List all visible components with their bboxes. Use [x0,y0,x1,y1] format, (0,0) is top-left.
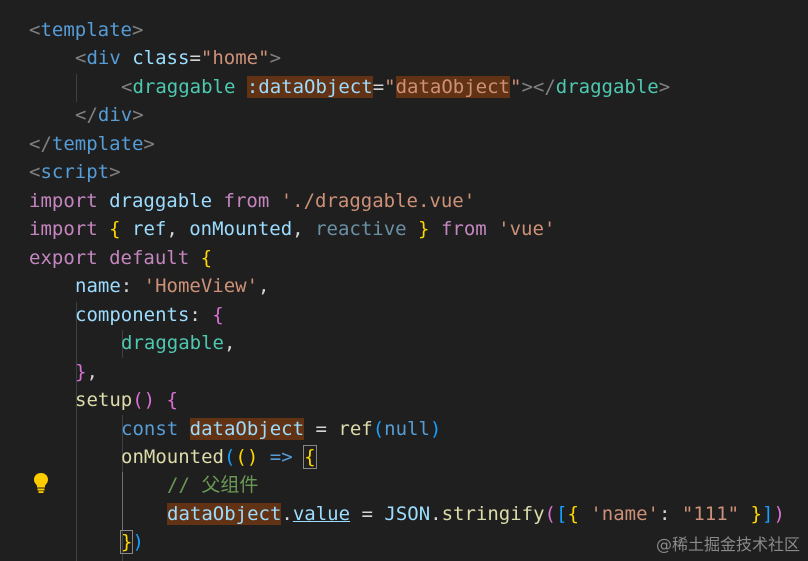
code-line-5: </template> [29,133,155,155]
name-string: 'name' [590,503,659,525]
const-keyword: const [121,418,179,440]
onmounted-ident: onMounted [189,218,293,240]
comment: // 父组件 [167,474,259,496]
class-value: home [212,47,259,69]
name-value: 'HomeView' [143,275,259,297]
code-line-19: }) [119,530,144,554]
code-line-16: onMounted(() => { [121,445,317,469]
indent-guide-active [122,472,123,530]
code-line-18: dataObject.value = JSON.stringify([{ 'na… [167,503,785,525]
name-key: name [75,275,121,297]
code-line-6: <script> [29,161,121,183]
prop-attr: :dataObject [246,76,373,98]
code-line-2: <div class="home"> [75,47,282,69]
code-line-8: import { ref, onMounted, reactive } from… [29,218,556,240]
arrow-op: => [269,446,293,468]
value-prop: value [292,503,351,525]
code-editor[interactable]: <template> <div class="home"> <draggable… [0,0,808,561]
template-tag: template [40,19,132,41]
dataobject-ref: dataObject [167,503,282,525]
script-tag: script [40,161,110,183]
code-line-9: export default { [29,247,213,269]
code-line-10: name: 'HomeView', [75,275,270,297]
import-keyword: import [29,190,98,212]
draggable-tag: draggable [132,76,236,98]
num-string: "111" [681,503,740,525]
prop-value: dataObject [395,76,510,98]
default-keyword: default [109,247,190,269]
div-close-tag: div [97,104,133,126]
code-line-3: <draggable :dataObject="dataObject"></dr… [121,76,671,98]
null-keyword: null [384,418,430,440]
code-line-1: <template> [29,19,144,41]
div-tag: div [86,47,121,69]
stringify-fn: stringify [441,503,545,525]
code-line-15: const dataObject = ref(null) [121,418,442,440]
from-keyword: from [440,218,487,240]
import-keyword: import [29,218,98,240]
components-key: components [75,304,190,326]
code-line-17: // 父组件 [167,471,258,500]
onmounted-call: onMounted [121,446,224,468]
vue-string: 'vue' [498,218,556,240]
json-ident: JSON [384,503,431,525]
draggable-path: './draggable.vue' [280,190,476,212]
indent-guide [76,302,77,561]
dataobject-decl: dataObject [189,418,305,440]
ref-ident: ref [132,218,167,240]
export-keyword: export [29,247,98,269]
indent-guide [76,74,77,102]
setup-fn: setup [75,389,133,411]
class-attr: class [132,47,190,69]
draggable-close-tag: draggable [555,76,659,98]
template-close-tag: template [51,133,144,155]
from-keyword: from [223,190,270,212]
code-line-13: }, [75,361,98,383]
draggable-component: draggable [121,332,224,354]
ref-call: ref [338,418,373,440]
watermark: @稀土掘金技术社区 [655,535,800,554]
code-line-14: setup() { [75,389,178,411]
code-line-12: draggable, [121,332,236,354]
code-line-11: components: { [75,304,224,326]
code-line-7: import draggable from './draggable.vue' [29,187,475,216]
code-line-4: </div> [75,104,144,126]
reactive-ident: reactive [315,218,407,240]
draggable-ident: draggable [109,190,213,212]
lightbulb-icon[interactable] [32,472,50,494]
